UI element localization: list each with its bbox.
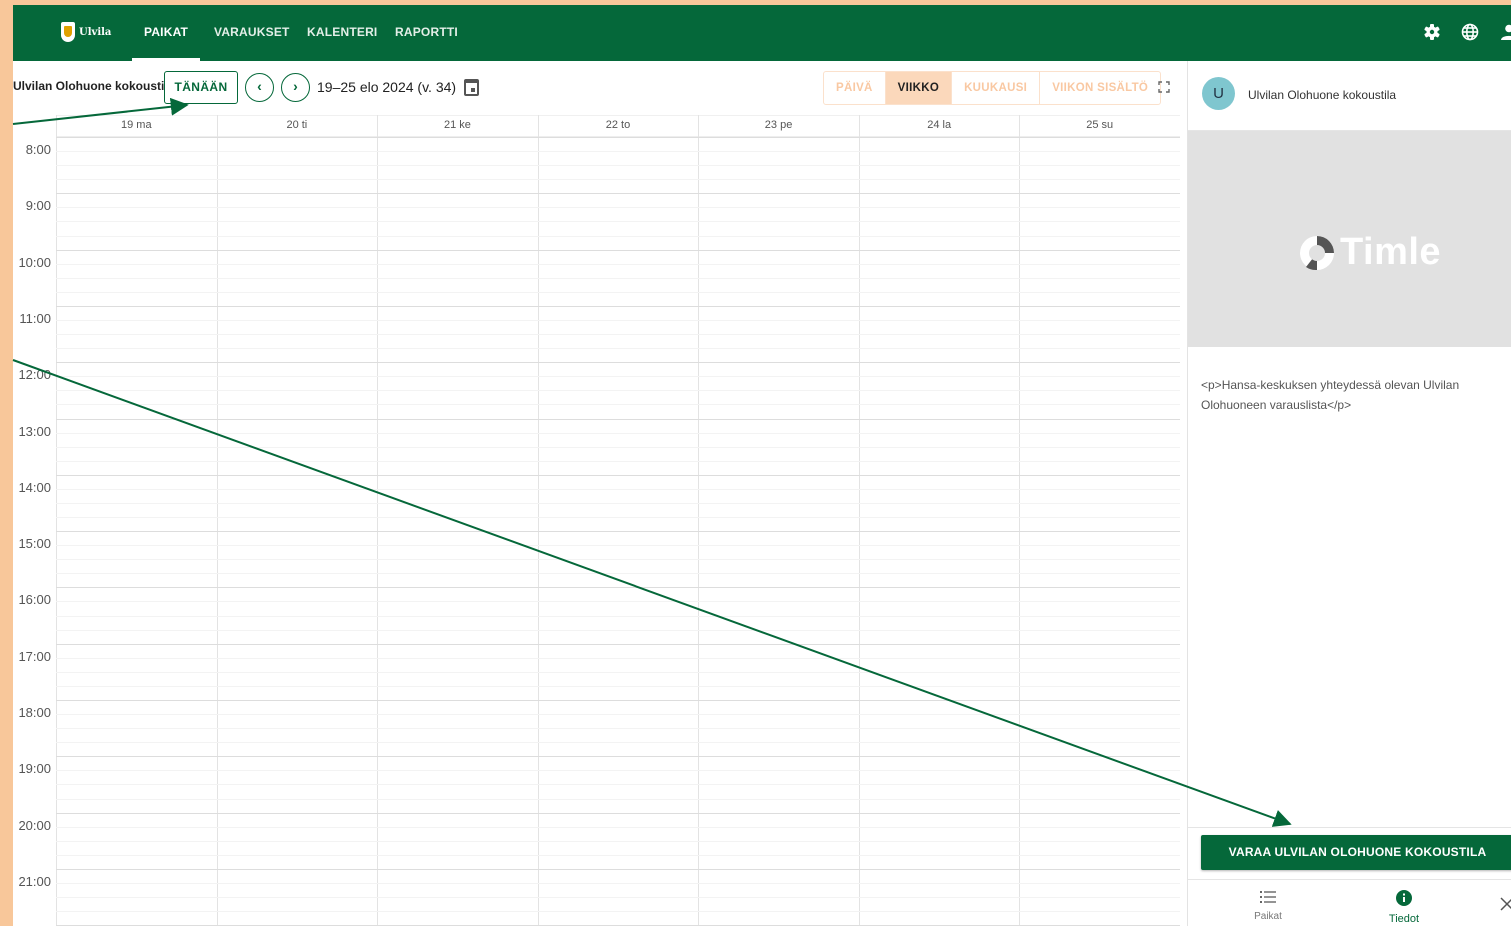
resource-image: Timle — [1188, 131, 1511, 347]
chevron-left-icon: ‹ — [257, 78, 262, 94]
app-bar: Ulvila PAIKAT VARAUKSET KALENTERI RAPORT… — [13, 5, 1511, 61]
timle-clock-icon — [1300, 235, 1334, 270]
globe-icon[interactable] — [1460, 22, 1480, 42]
hour-label: 16:00 — [18, 592, 51, 608]
day-header: 20 ti — [286, 119, 308, 131]
hour-label: 12:00 — [18, 367, 51, 383]
bottom-nav-label: Paikat — [1254, 911, 1282, 922]
day-header: 22 to — [605, 119, 631, 131]
book-resource-button[interactable]: VARAA ULVILAN OLOHUONE KOKOUSTILA — [1201, 835, 1511, 870]
ulvila-crest-icon — [61, 22, 75, 42]
hour-label: 13:00 — [18, 423, 51, 439]
today-button[interactable]: TÄNÄÄN — [164, 71, 238, 104]
day-header: 25 su — [1086, 119, 1114, 131]
view-week-button[interactable]: VIIKKO — [885, 72, 953, 104]
hour-label: 10:00 — [18, 254, 51, 270]
view-day-button[interactable]: PÄIVÄ — [824, 72, 886, 104]
view-switcher: PÄIVÄ VIIKKO KUUKAUSI VIIKON SISÄLTÖ — [823, 71, 1162, 105]
bottom-nav-tiedot[interactable]: Tiedot — [1374, 890, 1434, 925]
frame-left-border — [0, 0, 13, 926]
hour-label: 11:00 — [19, 310, 51, 326]
hour-label: 19:00 — [18, 761, 51, 777]
hour-label: 17:00 — [18, 648, 51, 664]
hour-label: 8:00 — [25, 142, 51, 157]
calendar-picker-icon[interactable] — [464, 79, 479, 96]
day-header: 24 la — [927, 119, 952, 131]
divider — [1188, 879, 1511, 880]
next-week-button[interactable]: › — [281, 73, 310, 102]
user-icon[interactable] — [1499, 22, 1511, 42]
resource-side-panel: U Ulvilan Olohuone kokoustila Timle <p>H… — [1187, 61, 1511, 926]
gear-icon[interactable] — [1422, 22, 1442, 42]
hour-label: 14:00 — [18, 479, 51, 495]
day-header: 21 ke — [443, 119, 471, 131]
hour-label: 21:00 — [18, 873, 51, 889]
close-icon[interactable] — [1500, 897, 1511, 911]
hour-label: 18:00 — [18, 705, 51, 720]
list-icon — [1260, 891, 1276, 903]
chevron-right-icon: › — [293, 78, 298, 94]
hour-label: 20:00 — [18, 817, 51, 833]
logo-text: Ulvila — [79, 26, 112, 38]
ulvila-logo[interactable]: Ulvila — [61, 22, 111, 42]
previous-week-button[interactable]: ‹ — [245, 73, 274, 102]
resource-description: <p>Hansa-keskuksen yhteydessä olevan Ulv… — [1201, 378, 1460, 412]
bottom-nav-label: Tiedot — [1388, 913, 1420, 925]
calendar-grid-lines — [56, 115, 1180, 926]
resource-title: Ulvilan Olohuone kokoustila — [13, 79, 175, 93]
nav-tab-raportti[interactable]: RAPORTTI — [395, 5, 458, 61]
day-header: 19 ma — [120, 119, 152, 131]
avatar: U — [1202, 77, 1235, 110]
bottom-nav-paikat[interactable]: Paikat — [1238, 890, 1298, 922]
week-calendar-grid[interactable]: 19 ma 20 ti 21 ke 22 to 23 pe 24 la 25 su 8:00… — [13, 115, 1180, 926]
hour-label: 9:00 — [25, 198, 51, 214]
nav-tab-varaukset[interactable]: VARAUKSET — [214, 5, 290, 61]
day-header: 23 pe — [764, 119, 793, 131]
nav-tab-kalenteri[interactable]: KALENTERI — [307, 5, 377, 61]
divider — [1188, 827, 1511, 828]
view-month-button[interactable]: KUUKAUSI — [952, 72, 1041, 104]
view-week-contents-button[interactable]: VIIKON SISÄLTÖ — [1040, 72, 1160, 104]
side-panel-title: Ulvilan Olohuone kokoustila — [1248, 88, 1397, 102]
info-icon — [1396, 890, 1412, 906]
date-range-label: 19–25 elo 2024 (v. 34) — [317, 79, 457, 95]
nav-tab-paikat[interactable]: PAIKAT — [132, 5, 201, 61]
timle-logo: Timle — [1298, 231, 1441, 274]
hour-label: 15:00 — [18, 536, 51, 552]
timle-brand-text: Timle — [1340, 231, 1442, 273]
fullscreen-icon[interactable] — [1158, 81, 1170, 93]
